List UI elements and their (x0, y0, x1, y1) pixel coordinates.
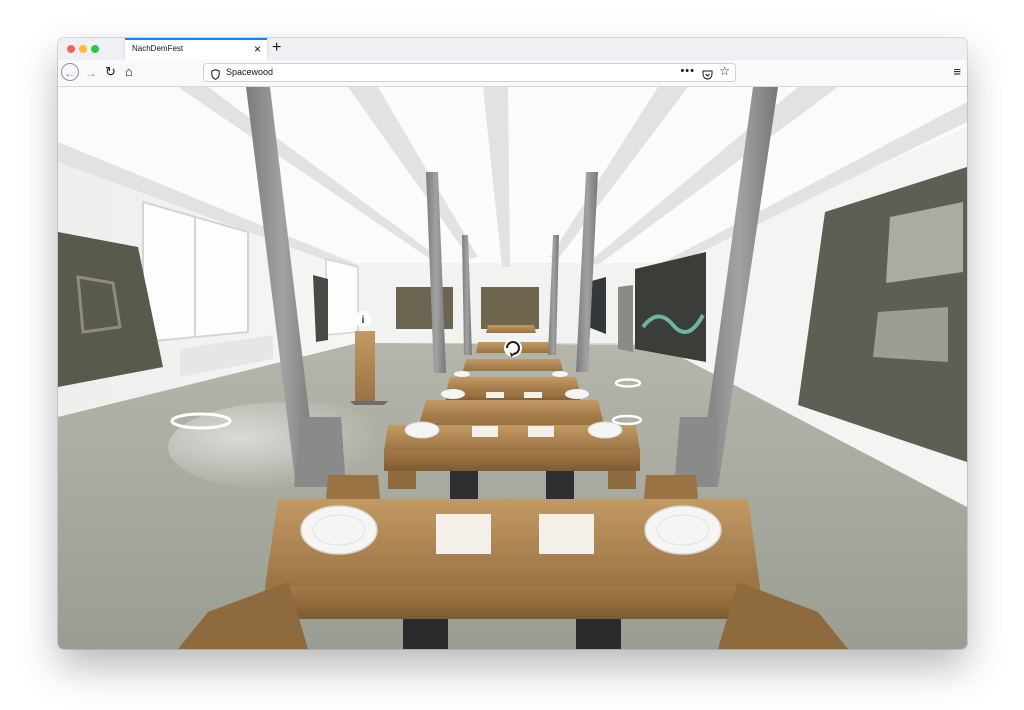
reload-icon[interactable]: ↻ (105, 64, 116, 80)
address-bar[interactable]: Spacewood ••• ☆ (203, 63, 736, 82)
hamburger-menu-icon[interactable]: ≡ (953, 64, 961, 79)
address-text[interactable]: Spacewood (226, 67, 273, 77)
window-minimize-button[interactable] (79, 45, 87, 53)
navigation-toolbar: ← → ↻ ⌂ Spacewood ••• ☆ ≡ (58, 60, 967, 87)
info-hotspot-label: i (362, 315, 365, 326)
star-icon[interactable]: ☆ (719, 64, 730, 78)
gallery-panorama[interactable]: i (58, 87, 967, 649)
tab-title: NachDemFest (132, 44, 184, 53)
tab-close-icon[interactable]: × (254, 42, 261, 56)
forward-arrow-icon[interactable]: → (85, 65, 97, 81)
panorama-viewer[interactable]: i (58, 87, 967, 649)
tab-strip: NachDemFest × + (58, 38, 967, 60)
home-icon[interactable]: ⌂ (125, 64, 133, 80)
info-hotspot[interactable]: i (355, 311, 371, 327)
tab-nachdemfest[interactable]: NachDemFest × (125, 38, 267, 60)
window-maximize-button[interactable] (91, 45, 99, 53)
back-arrow-icon[interactable]: ← (61, 63, 79, 81)
rotate-hotspot[interactable] (504, 339, 522, 357)
window-close-button[interactable] (67, 45, 75, 53)
new-tab-button[interactable]: + (272, 39, 281, 57)
pocket-icon[interactable] (702, 67, 713, 85)
more-dots-icon[interactable]: ••• (680, 65, 695, 77)
browser-window: NachDemFest × + ← → ↻ ⌂ Spacewood ••• ☆ … (58, 38, 967, 649)
shield-icon[interactable] (211, 67, 220, 85)
